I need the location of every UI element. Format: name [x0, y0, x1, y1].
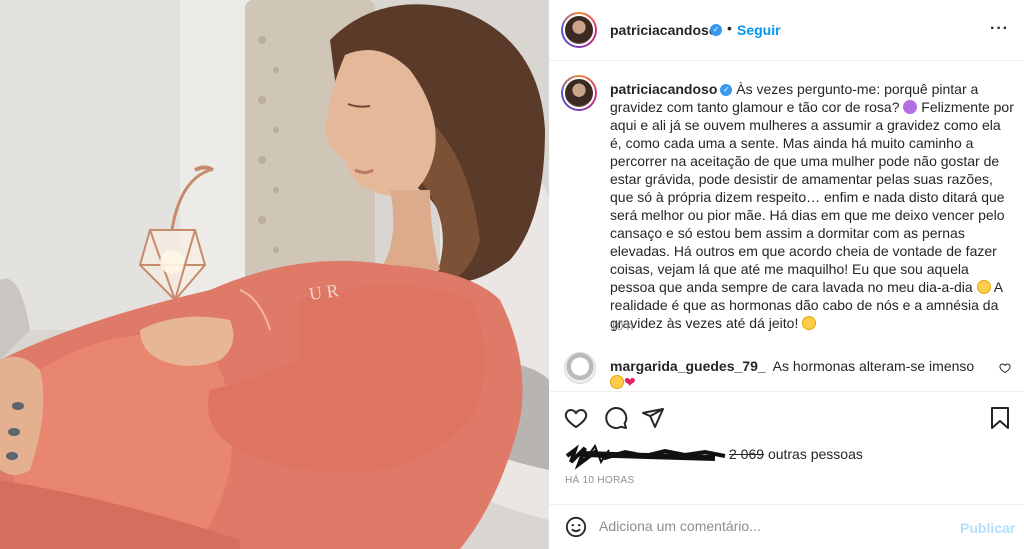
red-heart-emoji-icon: ❤: [624, 374, 636, 390]
caption-author-avatar[interactable]: [561, 75, 597, 111]
likes-count[interactable]: 2 069 outras pessoas: [729, 446, 863, 462]
post-photo[interactable]: U R: [0, 0, 549, 549]
comment-text: As hormonas alteram-se imenso: [772, 358, 975, 374]
caption-username[interactable]: patriciacandoso: [610, 81, 717, 97]
comments-area: patriciacandoso ✓ Às vezes pergunto-me: p…: [549, 61, 1024, 391]
caption-text-2: Felizmente por aqui e ali já se ouvem mu…: [610, 99, 1014, 295]
scream-emoji-icon: [610, 375, 624, 389]
likes-number: 2 069: [729, 446, 765, 462]
photo-illustration: U R: [0, 0, 549, 549]
post-age: HÁ 10 HORAS: [565, 475, 635, 486]
post-header: patriciacandoso ✓ • Seguir ···: [549, 0, 1024, 61]
verified-badge-icon: ✓: [720, 84, 733, 97]
post-actions: 2 069 outras pessoas HÁ 10 HORAS: [549, 391, 1024, 511]
caption: patriciacandoso ✓ Às vezes pergunto-me: p…: [610, 80, 1015, 332]
comment-bubble-icon[interactable]: [604, 406, 628, 430]
publish-button[interactable]: Publicar: [960, 520, 1015, 536]
woman-gesturing-emoji-icon: [903, 100, 918, 114]
follow-button[interactable]: Seguir: [737, 22, 781, 38]
add-comment-bar: Publicar: [549, 504, 1024, 549]
post-side-panel: patriciacandoso ✓ • Seguir ··· patriciac…: [549, 0, 1024, 549]
tongue-emoji-icon: [802, 316, 817, 330]
comment-input[interactable]: [599, 518, 929, 534]
author-username[interactable]: patriciacandoso: [610, 22, 717, 38]
comment: margarida_guedes_79_ As hormonas alteram…: [610, 358, 990, 391]
verified-badge-icon: ✓: [710, 24, 722, 36]
redacted-scribble: [565, 443, 726, 470]
comment-like-heart-icon[interactable]: [999, 362, 1011, 374]
save-bookmark-icon[interactable]: [989, 406, 1011, 430]
caption-time: 10 h: [610, 319, 634, 333]
commenter-avatar[interactable]: [564, 352, 596, 384]
likes-text: outras pessoas: [767, 446, 863, 462]
like-heart-icon[interactable]: [564, 406, 588, 430]
separator-dot: •: [727, 20, 732, 36]
svg-text:U R: U R: [308, 280, 340, 304]
author-avatar[interactable]: [561, 12, 597, 48]
commenter-username[interactable]: margarida_guedes_79_: [610, 358, 766, 374]
more-horizontal-icon[interactable]: ···: [990, 20, 1009, 38]
share-paper-plane-icon[interactable]: [641, 406, 665, 430]
grinning-sweat-emoji-icon: [976, 280, 991, 294]
emoji-smile-icon[interactable]: [565, 516, 587, 538]
